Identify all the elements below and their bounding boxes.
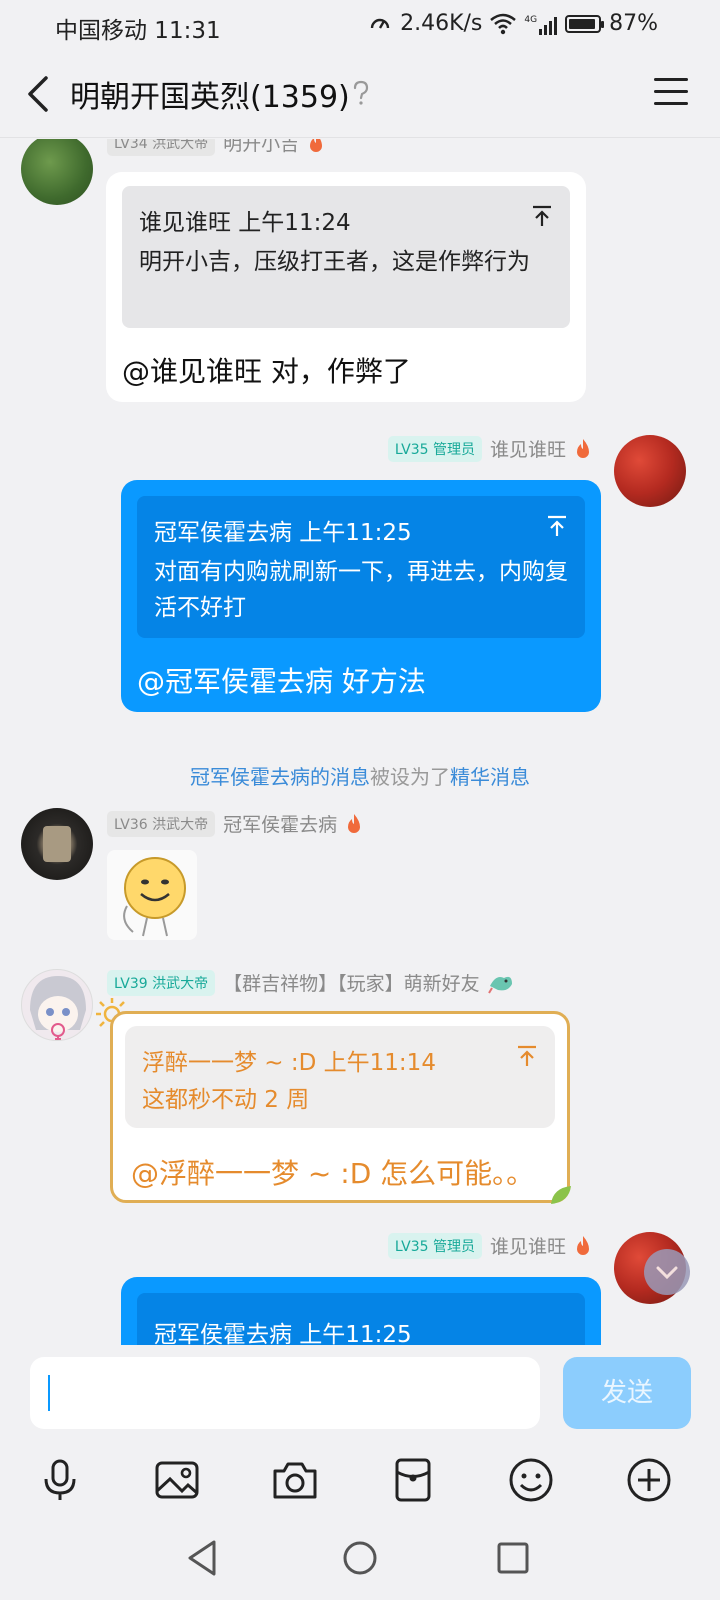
smiley-face-icon — [123, 857, 186, 937]
quote-header: 浮醉一一梦 ~ :D 上午11:14 — [142, 1050, 436, 1076]
question-icon[interactable] — [350, 80, 372, 106]
microphone-icon[interactable] — [35, 1455, 85, 1505]
sender-name[interactable]: 冠军侯霍去病 — [223, 810, 337, 837]
avatar[interactable] — [21, 808, 93, 880]
speed-icon — [370, 18, 390, 29]
sender-meta: LV34 洪武大帝 明开小吉 — [107, 139, 325, 156]
level-badge: LV39 洪武大帝 — [107, 969, 216, 996]
message-text: @浮醉一一梦 ~ :D 怎么可能。。 — [131, 1157, 535, 1190]
flame-icon — [577, 1235, 589, 1255]
message-bubble[interactable]: 谁见谁旺 上午11:24 明开小吉，压级打王者，这是作弊行为 @谁见谁旺 对，作… — [106, 172, 586, 402]
sticker-smiley[interactable] — [107, 850, 197, 940]
plus-icon[interactable] — [624, 1455, 674, 1505]
flame-icon — [577, 438, 589, 458]
jump-to-top-icon[interactable] — [545, 514, 569, 538]
group-title[interactable]: 明朝开国英烈(1359) — [70, 72, 350, 116]
notice-link-message[interactable]: 冠军侯霍去病的消息 — [190, 765, 370, 789]
menu-icon[interactable] — [654, 78, 688, 108]
quote-body: 对面有内购就刷新一下，再进去，内购复活不好打 — [154, 559, 568, 621]
level-badge: LV35 管理员 — [387, 1232, 482, 1259]
quoted-message[interactable]: 谁见谁旺 上午11:24 明开小吉，压级打王者，这是作弊行为 — [122, 186, 570, 328]
quoted-message[interactable]: 冠军侯霍去病 上午11:25 — [137, 1293, 585, 1345]
message-text: @冠军侯霍去病 好方法 — [137, 665, 426, 698]
sender-meta: LV35 管理员 谁见谁旺 — [387, 1232, 592, 1259]
carrier-time: 中国移动 11:31 — [55, 18, 221, 44]
wifi-icon — [490, 13, 517, 34]
message-bubble[interactable]: 冠军侯霍去病 上午11:25 — [121, 1277, 601, 1345]
avatar[interactable] — [21, 969, 93, 1041]
composer-toolbar — [0, 1445, 720, 1515]
leaf-decoration-icon — [551, 1186, 571, 1204]
sender-meta: LV35 管理员 谁见谁旺 — [387, 435, 592, 462]
quote-body: 明开小吉，压级打王者，这是作弊行为 — [139, 249, 530, 275]
quote-header: 冠军侯霍去病 上午11:25 — [154, 1322, 412, 1345]
flame-icon — [310, 139, 323, 152]
message-input[interactable] — [54, 1373, 524, 1413]
composer: 发送 — [0, 1345, 720, 1445]
quote-header: 谁见谁旺 上午11:24 — [139, 210, 351, 236]
text-caret — [48, 1375, 50, 1411]
sender-meta: LV39 洪武大帝 【群吉祥物】【玩家】萌新好友 — [107, 969, 514, 996]
quoted-message[interactable]: 冠军侯霍去病 上午11:25 对面有内购就刷新一下，再进去，内购复活不好打 — [137, 496, 585, 638]
status-icons: 2.46K/s 4G 87% — [368, 11, 658, 36]
camera-icon[interactable] — [270, 1455, 320, 1505]
sender-meta: LV36 洪武大帝 冠军侯霍去病 — [107, 810, 363, 837]
message-bubble[interactable]: 冠军侯霍去病 上午11:25 对面有内购就刷新一下，再进去，内购复活不好打 @冠… — [121, 480, 601, 712]
red-packet-icon[interactable] — [388, 1455, 438, 1505]
nav-home-icon[interactable] — [337, 1535, 383, 1581]
system-nav-bar — [0, 1515, 720, 1600]
dragon-icon — [487, 976, 512, 994]
battery-percent: 87% — [609, 11, 658, 36]
network-type: 4G — [524, 14, 538, 25]
message-list[interactable]: LV34 洪武大帝 明开小吉 谁见谁旺 上午11:24 明开小吉，压级打王者，这… — [0, 139, 720, 1345]
avatar[interactable] — [21, 139, 93, 205]
jump-to-top-icon[interactable] — [530, 204, 554, 228]
quote-body: 这都秒不动 2 周 — [142, 1087, 310, 1113]
quote-header: 冠军侯霍去病 上午11:25 — [154, 520, 412, 546]
scroll-to-bottom-button[interactable] — [644, 1249, 690, 1295]
chat-header: 明朝开国英烈(1359) — [0, 50, 720, 138]
sender-name[interactable]: 谁见谁旺 — [490, 1232, 566, 1259]
nav-back-icon[interactable] — [180, 1535, 226, 1581]
battery-icon — [565, 14, 605, 33]
level-badge: LV35 管理员 — [387, 435, 482, 462]
nav-recents-icon[interactable] — [490, 1535, 536, 1581]
system-notice: 冠军侯霍去病的消息被设为了精华消息 — [0, 761, 720, 790]
message-input-box[interactable] — [30, 1357, 540, 1429]
sender-name[interactable]: 【群吉祥物】【玩家】萌新好友 — [223, 969, 480, 996]
message-text: @谁见谁旺 对，作弊了 — [122, 355, 411, 388]
flame-icon — [348, 813, 361, 833]
level-badge: LV36 洪武大帝 — [107, 810, 216, 837]
status-bar: 中国移动 11:31 2.46K/s 4G 87% — [0, 0, 720, 50]
notice-link-essence[interactable]: 精华消息 — [450, 765, 530, 789]
level-badge: LV34 洪武大帝 — [107, 139, 216, 156]
back-arrow-icon[interactable] — [20, 72, 60, 116]
sender-name[interactable]: 谁见谁旺 — [490, 435, 566, 462]
chevron-down-icon — [656, 1266, 678, 1280]
anime-avatar-icon — [30, 976, 86, 1040]
cellular-signal-icon: 4G — [524, 13, 558, 35]
quoted-message[interactable]: 浮醉一一梦 ~ :D 上午11:14 这都秒不动 2 周 — [125, 1026, 555, 1128]
send-button[interactable]: 发送 — [563, 1357, 691, 1429]
net-speed: 2.46K/s — [400, 11, 483, 36]
message-bubble[interactable]: 浮醉一一梦 ~ :D 上午11:14 这都秒不动 2 周 @浮醉一一梦 ~ :D… — [110, 1011, 571, 1204]
avatar[interactable] — [614, 435, 686, 507]
image-icon[interactable] — [152, 1455, 202, 1505]
sender-name[interactable]: 明开小吉 — [223, 139, 299, 156]
jump-to-top-icon[interactable] — [515, 1044, 539, 1068]
notice-text: 被设为了 — [370, 765, 450, 789]
emoji-icon[interactable] — [506, 1455, 556, 1505]
